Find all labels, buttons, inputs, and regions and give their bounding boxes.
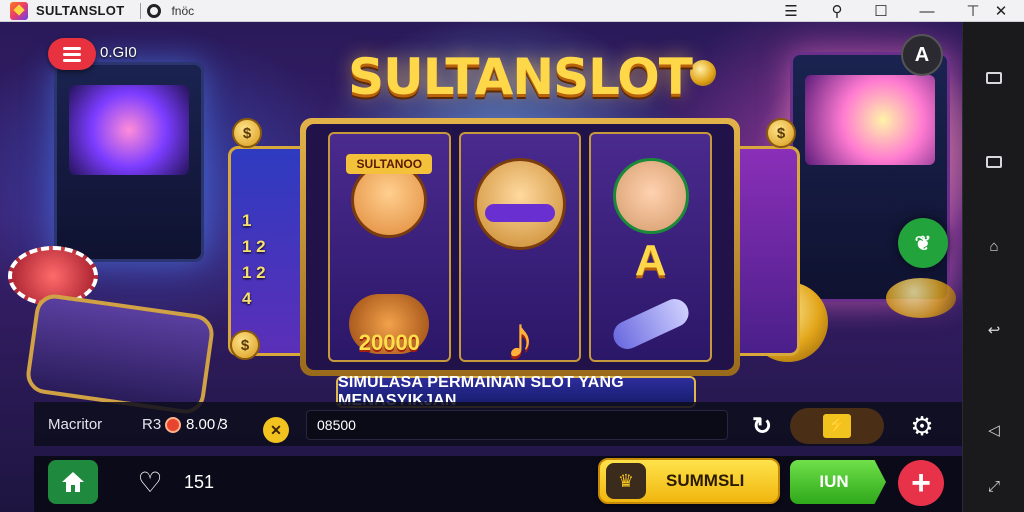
letter-a-symbol: A [634,236,667,285]
home-icon [62,472,84,492]
app-name: SULTANSLOT [36,3,125,18]
corner-a-button[interactable]: A [901,34,943,76]
close-bet-button[interactable]: ✕ [263,417,289,443]
refresh-icon[interactable]: ↻ [748,412,776,440]
prize-amount: 20000 [358,330,420,355]
game-viewport: 0.GI0 A ❦ SULTANSLOT $ $ $ 1 1 2 1 2 4 S… [0,22,962,512]
back-icon[interactable]: ↩ [980,316,1008,344]
titlebar-subtitle: fnöc [171,3,195,18]
leaf-action-button[interactable]: ❦ [898,218,948,268]
rotate-icon[interactable]: ⤢ [980,472,1008,500]
genie-lamp-icon: ♛ [606,463,646,499]
green-hair-character-symbol [612,158,689,234]
reel-1[interactable]: SULTANOO 20000 [328,132,451,362]
gold-coin-blur [886,278,956,318]
android-nav-rail: ⌂ ↩ ◁ ⤢ [962,22,1024,512]
horn-symbol [608,294,693,354]
payline-number: 1 2 [242,237,266,256]
simulate-button[interactable]: ♛ SUMMSLI [598,458,780,504]
coin-icon: $ [232,118,262,148]
payline-number: 1 [242,211,252,230]
lightning-icon: ⚡ [823,414,851,438]
ring-icon [147,3,162,18]
reel-character-tag: SULTANOO [346,154,433,174]
sunglasses-icon [485,204,555,222]
brand-title: SULTANSLOT [348,48,693,106]
coin-icon: $ [766,118,796,148]
auto-spin-button[interactable]: ⚡ [790,408,884,444]
home-button[interactable] [48,460,98,504]
minimize-icon[interactable]: — [912,0,942,22]
machine-label: Macritor [48,416,103,433]
app-logo-icon [10,1,28,20]
menu-button[interactable] [48,38,96,70]
close-icon[interactable]: ✕ [986,0,1016,22]
coin-icon: $ [230,330,260,360]
add-button[interactable]: + [898,460,944,506]
reel-3[interactable]: A [589,132,713,362]
top-balance: 0.GI0 [100,44,137,61]
treasure-chest [23,291,217,417]
reels-container: SULTANOO 20000 ♪ A [306,124,734,370]
pin-icon[interactable]: ⊤ [958,0,988,22]
payline-numbers: 1 1 2 1 2 4 [242,208,266,312]
search-icon[interactable]: ⚲ [822,0,852,22]
window-titlebar: SULTANSLOT fnöc ☰ ⚲ ☐ — ⊤ ✕ [0,0,1024,22]
bg-arcade-machine-left [54,62,204,262]
music-note-symbol: ♪ [505,305,535,362]
lives-count: 151 [184,472,215,492]
back-arrow-icon[interactable]: ◁ [980,416,1008,444]
maximize-icon[interactable]: ☐ [866,0,896,22]
payline-number: 4 [242,289,252,308]
bet-value: 8.00 ̸3 [186,416,228,433]
simulate-label: SUMMSLI [666,471,745,490]
recents-icon[interactable] [980,148,1008,176]
settings-lines-icon[interactable]: ☰ [776,0,806,22]
reel-2[interactable]: ♪ [458,132,582,362]
join-button[interactable]: IUN [790,460,886,504]
win-amount-field[interactable]: 08500 [306,410,728,440]
slot-machine-frame: SULTANOO 20000 ♪ A [300,118,740,376]
bet-chip-icon [165,417,181,433]
home-icon[interactable]: ⌂ [980,232,1008,260]
overview-icon[interactable] [980,64,1008,92]
payline-number: 1 2 [242,263,266,282]
titlebar-divider [140,2,142,19]
gear-icon[interactable]: ⚙ [906,410,938,442]
heart-icon[interactable]: ♡ [134,466,166,498]
bet-label: R3 [142,416,162,433]
